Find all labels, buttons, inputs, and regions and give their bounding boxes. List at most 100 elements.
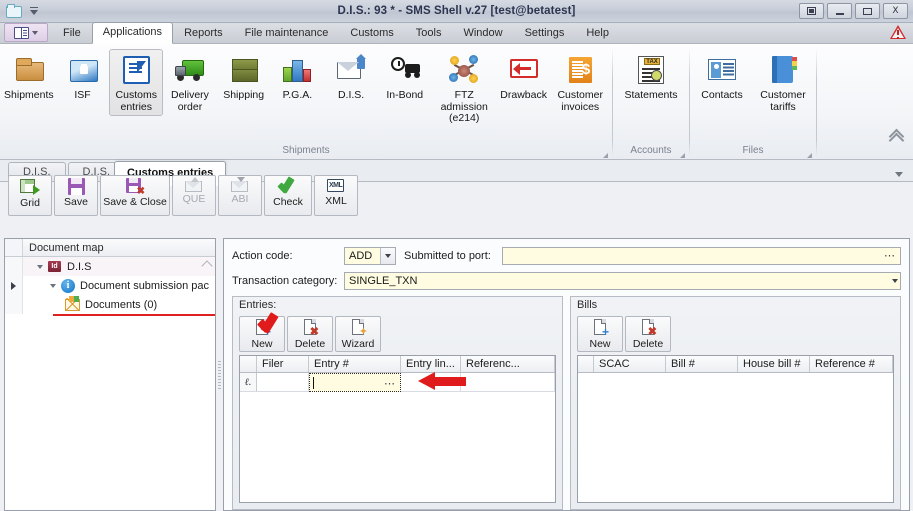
menu-item-settings[interactable]: Settings [514, 23, 576, 44]
ribbon-collapse-icon[interactable] [889, 129, 905, 143]
save-close-icon: ✖ [126, 178, 145, 197]
expand-collapse-icon[interactable] [48, 280, 59, 291]
bills-delete-button[interactable]: ✖ Delete [625, 316, 671, 352]
quick-access-toolbar[interactable] [0, 4, 38, 19]
ribbon-button-ftz-admission[interactable]: FTZ admission (e214) [432, 49, 497, 128]
ribbon-button-customer-tariffs[interactable]: Customer tariffs [752, 49, 814, 116]
column-header-entry-line[interactable]: Entry lin... [401, 356, 461, 372]
toolbar-button-xml[interactable]: XML XML [314, 175, 358, 216]
action-code-label: Action code: [232, 250, 293, 262]
ribbon-button-customs-entries[interactable]: Customs entries [109, 49, 164, 116]
contacts-icon [705, 53, 739, 87]
dialog-launcher-icon[interactable] [603, 153, 608, 158]
chevron-down-icon [32, 30, 38, 35]
menu-item-window[interactable]: Window [452, 23, 513, 44]
restore-window-button[interactable] [799, 3, 824, 19]
column-header-bill-number[interactable]: Bill # [666, 356, 738, 372]
menu-item-file[interactable]: File [52, 23, 92, 44]
toolbar-label: ABI [231, 193, 249, 205]
toolbar-button-save[interactable]: Save [54, 175, 98, 216]
menu-item-applications[interactable]: Applications [91, 22, 174, 44]
column-header-house-bill[interactable]: House bill # [738, 356, 810, 372]
bills-new-button[interactable]: + New [577, 316, 623, 352]
ribbon-button-shipping[interactable]: Shipping [217, 49, 271, 105]
pga-icon [280, 53, 314, 87]
ribbon-label: Drawback [500, 89, 547, 101]
close-window-button[interactable]: X [883, 3, 908, 19]
grid-icon [20, 178, 40, 196]
chevron-down-icon[interactable] [380, 248, 395, 264]
tree-node-documents[interactable]: Documents (0) [5, 295, 215, 314]
ribbon-button-pga[interactable]: P.G.A. [271, 49, 325, 105]
entries-grid-header: Filer Entry # Entry lin... Referenc... [240, 356, 555, 373]
customer-tariffs-icon [766, 53, 800, 87]
submitted-to-port-input[interactable]: ⋯ [502, 247, 901, 265]
menu-item-file-maintenance[interactable]: File maintenance [234, 23, 340, 44]
ribbon-button-contacts[interactable]: Contacts [692, 49, 752, 105]
menu-item-customs[interactable]: Customs [339, 23, 404, 44]
tree-row-gutter [5, 295, 23, 314]
tabs-overflow-caret-icon[interactable] [895, 172, 903, 177]
ribbon-button-drawback[interactable]: Drawback [497, 49, 551, 105]
column-header-reference-number[interactable]: Reference # [810, 356, 893, 372]
bills-grid-header: SCAC Bill # House bill # Reference # [578, 356, 893, 373]
toolbar-button-check[interactable]: Check [264, 175, 312, 216]
ribbon-button-shipments[interactable]: Shipments [2, 49, 56, 105]
cell-reference[interactable] [461, 373, 555, 392]
column-header-entry-number[interactable]: Entry # [309, 356, 401, 372]
document-map-tree: Id D.I.S i Document submission pac Docum… [5, 257, 215, 510]
warning-icon[interactable] [890, 25, 906, 40]
quick-access-dropdown-icon[interactable] [30, 6, 38, 15]
ribbon-group-title: Files [690, 143, 816, 160]
window-controls: X [799, 3, 908, 19]
action-code-select[interactable]: ADD [344, 247, 396, 265]
id-card-icon: Id [48, 261, 61, 272]
ribbon-button-isf[interactable]: ISF [56, 49, 110, 105]
table-row[interactable]: ℓ. ⋯ [240, 373, 555, 392]
tree-row-gutter [5, 276, 23, 295]
menu-item-tools[interactable]: Tools [405, 23, 453, 44]
toolbar-label: XML [325, 195, 347, 207]
ribbon-button-statements[interactable]: TAX Statements [620, 49, 682, 105]
application-menu-button[interactable] [4, 23, 48, 42]
cell-filer[interactable] [257, 373, 309, 392]
red-check-annotation [258, 314, 286, 336]
bills-title: Bills [577, 299, 598, 311]
cell-entry-number[interactable]: ⋯ [309, 373, 401, 392]
minimize-window-button[interactable] [827, 3, 852, 19]
entries-wizard-button[interactable]: ✦ Wizard [335, 316, 381, 352]
maximize-window-button[interactable] [855, 3, 880, 19]
browse-ellipsis-button[interactable]: ⋯ [884, 248, 896, 264]
toolbar-label: QUE [182, 193, 206, 205]
column-header-scac[interactable]: SCAC [594, 356, 666, 372]
chevron-down-icon[interactable] [892, 273, 898, 289]
menu-item-reports[interactable]: Reports [173, 23, 234, 44]
entries-delete-button[interactable]: ✖ Delete [287, 316, 333, 352]
ribbon-button-customer-invoices[interactable]: Customer invoices [551, 49, 610, 116]
toolbar-button-save-close[interactable]: ✖ Save & Close [100, 175, 170, 216]
ribbon-button-dis[interactable]: D.I.S. [324, 49, 378, 105]
toolbar-label: Grid [20, 197, 40, 209]
bills-grid[interactable]: SCAC Bill # House bill # Reference # [577, 355, 894, 503]
cell-browse-ellipsis-button[interactable]: ⋯ [384, 377, 396, 390]
tree-node-document-submission[interactable]: i Document submission pac [5, 276, 215, 295]
ribbon-button-delivery-order[interactable]: Delivery order [163, 49, 217, 116]
toolbar-button-grid[interactable]: Grid [8, 175, 52, 216]
expand-collapse-icon[interactable] [35, 261, 46, 272]
tree-node-dis[interactable]: Id D.I.S [5, 257, 215, 276]
button-label: New [589, 338, 611, 350]
column-header-reference[interactable]: Referenc... [461, 356, 555, 372]
menu-item-help[interactable]: Help [575, 23, 620, 44]
delete-document-icon: ✖ [302, 319, 319, 338]
entries-grid[interactable]: Filer Entry # Entry lin... Referenc... ℓ… [239, 355, 556, 503]
transaction-category-select[interactable]: SINGLE_TXN [344, 272, 901, 290]
folder-icon[interactable] [6, 4, 22, 19]
dialog-launcher-icon[interactable] [807, 153, 812, 158]
dialog-launcher-icon[interactable] [680, 153, 685, 158]
ribbon-button-in-bond[interactable]: In-Bond [378, 49, 432, 105]
ribbon-label: Delivery order [170, 89, 209, 113]
tree-scroll-up-icon[interactable] [202, 259, 213, 268]
ribbon-label: P.G.A. [282, 89, 313, 101]
column-header-filer[interactable]: Filer [257, 356, 309, 372]
panel-splitter[interactable] [216, 238, 223, 511]
